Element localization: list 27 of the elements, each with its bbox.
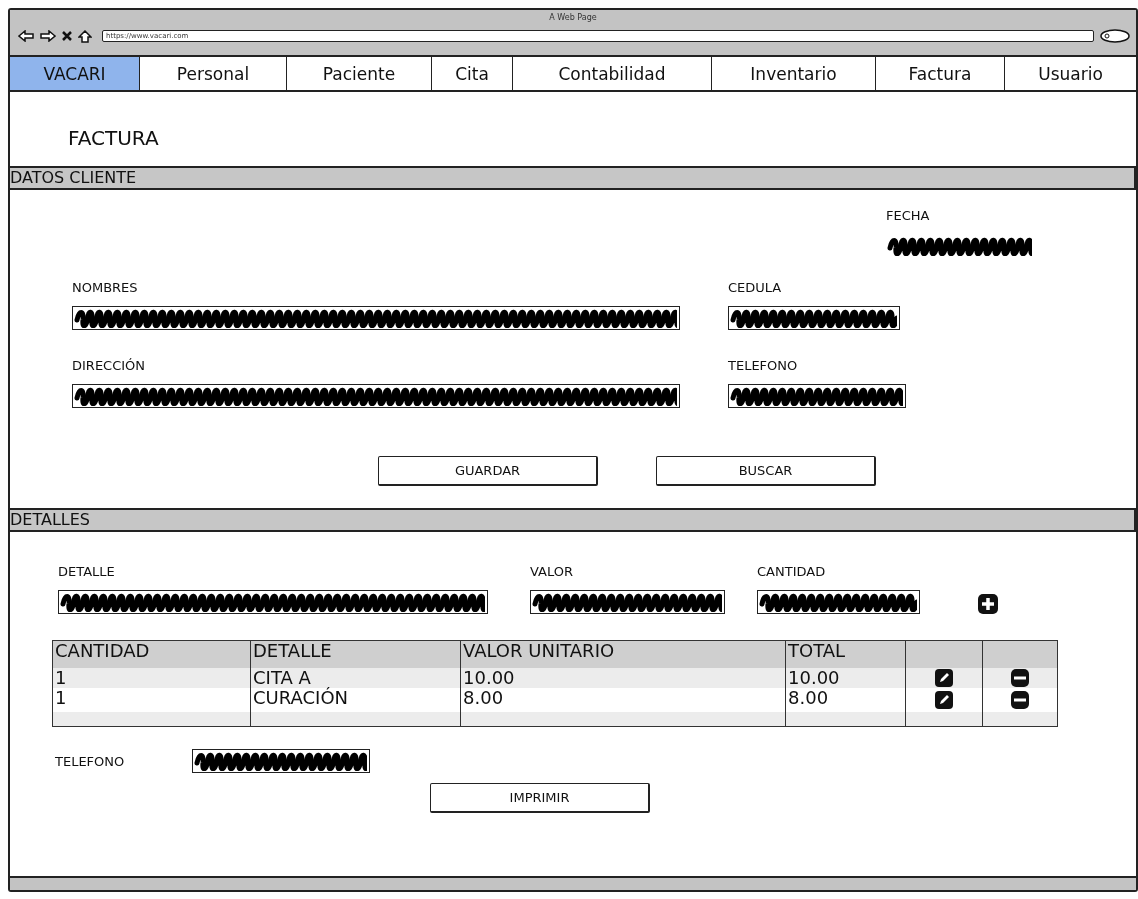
action-button[interactable]: BUSCAR — [656, 456, 876, 486]
close-icon[interactable] — [62, 31, 72, 41]
field-label: DIRECCIÓN — [72, 358, 147, 375]
window-title: A Web Page — [548, 12, 598, 24]
field-label: NOMBRES — [72, 280, 139, 297]
add-icon[interactable] — [978, 594, 998, 614]
section-header: DATOS CLIENTE — [10, 166, 1136, 190]
field-label: VALOR — [530, 564, 574, 581]
field-label: CEDULA — [728, 280, 783, 297]
field-label: CANTIDAD — [757, 564, 827, 581]
print-button[interactable]: IMPRIMIR — [430, 783, 650, 813]
page-title: FACTURA — [68, 126, 160, 152]
section-header: DETALLES — [10, 508, 1136, 532]
search-icon[interactable] — [1100, 29, 1130, 43]
action-button[interactable]: GUARDAR — [378, 456, 598, 486]
forward-icon[interactable] — [40, 30, 56, 42]
minus-icon[interactable] — [1011, 691, 1029, 709]
nav-tab[interactable]: VACARI — [10, 57, 140, 90]
minus-icon[interactable] — [1011, 669, 1029, 687]
field-label: TELEFONO — [728, 358, 799, 375]
pencil-icon[interactable] — [935, 691, 953, 709]
back-icon[interactable] — [18, 30, 34, 42]
home-icon[interactable] — [78, 29, 92, 43]
field-label: DETALLE — [58, 564, 116, 581]
field-label: TELEFONO — [55, 753, 126, 769]
pencil-icon[interactable] — [935, 669, 953, 687]
field-label: FECHA — [886, 208, 931, 225]
